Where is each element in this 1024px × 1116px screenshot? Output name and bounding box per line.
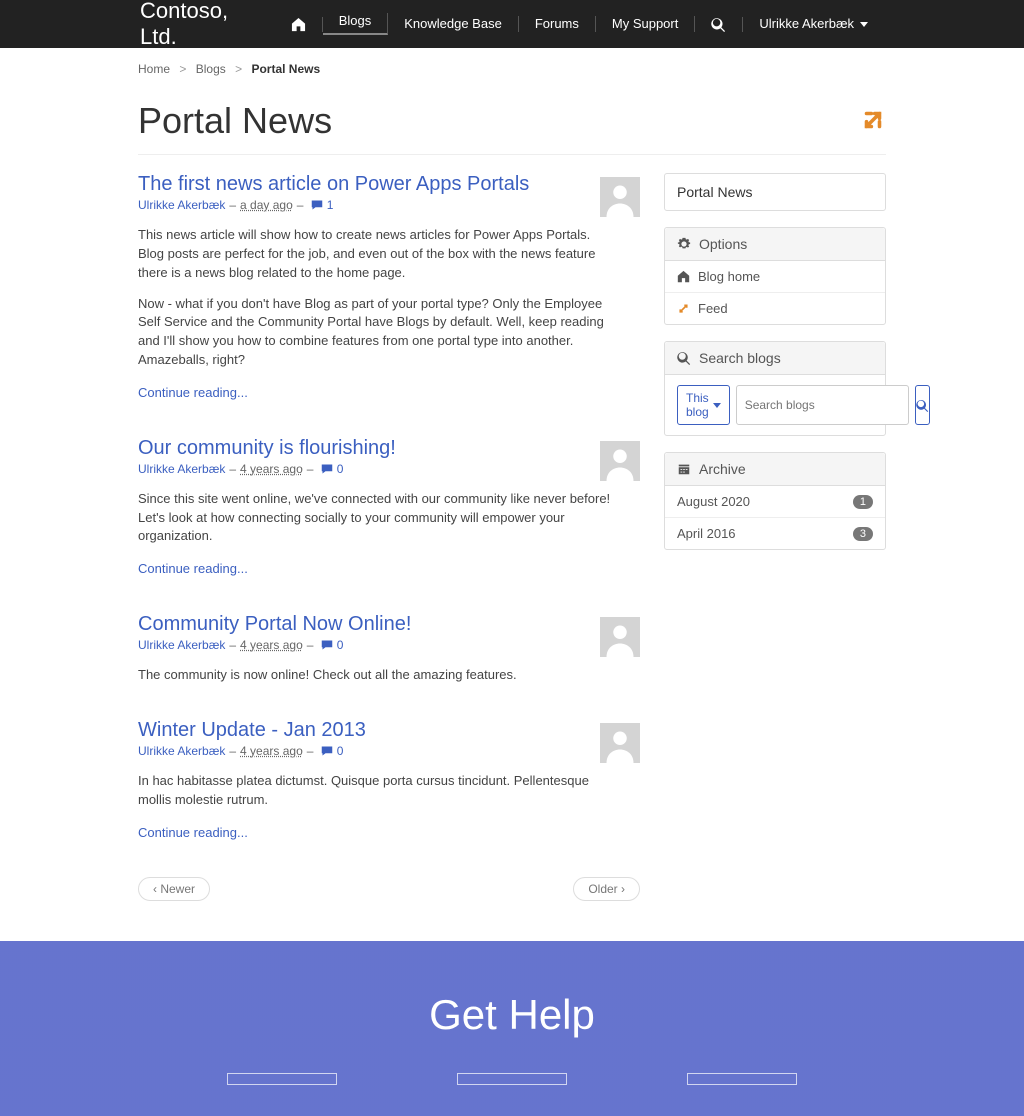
nav-forums[interactable]: Forums — [519, 16, 596, 32]
pager-newer-button[interactable]: ‹ Newer — [138, 877, 210, 901]
nav-home[interactable] — [275, 17, 323, 32]
chevron-down-icon — [713, 403, 721, 408]
search-icon — [711, 17, 726, 32]
calendar-icon — [677, 462, 691, 476]
archive-count-badge: 1 — [853, 495, 873, 509]
post-excerpt: This news article will show how to creat… — [138, 226, 618, 245]
breadcrumb-blogs[interactable]: Blogs — [196, 62, 226, 76]
home-icon — [677, 270, 690, 283]
blog-post: Our community is flourishing! Ulrikke Ak… — [138, 437, 640, 579]
nav-knowledge-base[interactable]: Knowledge Base — [388, 16, 519, 32]
post-author-link[interactable]: Ulrikke Akerbæk — [138, 462, 225, 476]
user-name: Ulrikke Akerbæk — [759, 16, 854, 31]
page-title: Portal News — [138, 100, 860, 142]
post-comments-link[interactable]: 0 — [321, 744, 343, 758]
post-author-link[interactable]: Ulrikke Akerbæk — [138, 744, 225, 758]
archive-item[interactable]: August 20201 — [665, 486, 885, 517]
post-excerpt: Since this site went online, we've conne… — [138, 490, 618, 547]
archive-panel: Archive August 20201 April 20163 — [664, 452, 886, 550]
post-title-link[interactable]: The first news article on Power Apps Por… — [138, 173, 640, 196]
post-time: a day ago — [240, 198, 293, 212]
post-title-link[interactable]: Our community is flourishing! — [138, 437, 640, 460]
search-icon — [916, 399, 929, 412]
comment-icon — [321, 462, 333, 476]
author-avatar — [600, 617, 640, 657]
archive-count-badge: 3 — [853, 527, 873, 541]
nav-blogs[interactable]: Blogs — [323, 13, 389, 35]
post-time: 4 years ago — [240, 462, 303, 476]
comment-icon — [311, 198, 323, 212]
pager-older-button[interactable]: Older › — [573, 877, 640, 901]
post-title-link[interactable]: Community Portal Now Online! — [138, 613, 640, 636]
archive-header: Archive — [699, 461, 746, 477]
search-input[interactable] — [736, 385, 909, 425]
breadcrumb-current: Portal News — [251, 62, 320, 76]
sidebar-blog-title: Portal News — [664, 173, 886, 211]
comment-icon — [321, 638, 333, 652]
post-author-link[interactable]: Ulrikke Akerbæk — [138, 198, 225, 212]
brand-title[interactable]: Contoso, Ltd. — [140, 0, 235, 50]
search-panel: Search blogs This blog — [664, 341, 886, 436]
option-blog-home[interactable]: Blog home — [665, 261, 885, 292]
get-help-title: Get Help — [429, 991, 595, 1039]
nav-my-support[interactable]: My Support — [596, 16, 695, 32]
continue-reading-link[interactable]: Continue reading... — [138, 384, 248, 403]
author-avatar — [600, 723, 640, 763]
post-time: 4 years ago — [240, 638, 303, 652]
nav-user-menu[interactable]: Ulrikke Akerbæk — [743, 16, 884, 32]
continue-reading-link[interactable]: Continue reading... — [138, 824, 248, 843]
post-author-link[interactable]: Ulrikke Akerbæk — [138, 638, 225, 652]
help-option-box[interactable] — [687, 1073, 797, 1085]
get-help-section: Get Help — [0, 941, 1024, 1116]
search-submit-button[interactable] — [915, 385, 930, 425]
author-avatar — [600, 177, 640, 217]
post-title-link[interactable]: Winter Update - Jan 2013 — [138, 719, 640, 742]
blog-post: The first news article on Power Apps Por… — [138, 173, 640, 403]
breadcrumb-home[interactable]: Home — [138, 62, 170, 76]
author-avatar — [600, 441, 640, 481]
help-option-box[interactable] — [227, 1073, 337, 1085]
continue-reading-link[interactable]: Continue reading... — [138, 560, 248, 579]
breadcrumb: Home > Blogs > Portal News — [138, 62, 886, 76]
feed-link-icon[interactable] — [860, 107, 886, 136]
help-option-box[interactable] — [457, 1073, 567, 1085]
options-header: Options — [699, 236, 747, 252]
post-comments-link[interactable]: 1 — [311, 198, 333, 212]
post-excerpt: Blog posts are perfect for the job, and … — [138, 245, 618, 283]
archive-item[interactable]: April 20163 — [665, 517, 885, 549]
link-icon — [677, 302, 690, 315]
chevron-down-icon — [860, 22, 868, 27]
post-comments-link[interactable]: 0 — [321, 462, 343, 476]
gear-icon — [677, 237, 691, 251]
search-header: Search blogs — [699, 350, 781, 366]
nav-search[interactable] — [695, 17, 743, 32]
post-excerpt: The community is now online! Check out a… — [138, 666, 618, 685]
search-icon — [677, 351, 691, 365]
post-excerpt: In hac habitasse platea dictumst. Quisqu… — [138, 772, 618, 810]
home-icon — [291, 17, 306, 32]
search-scope-dropdown[interactable]: This blog — [677, 385, 730, 425]
post-time: 4 years ago — [240, 744, 303, 758]
blog-post: Community Portal Now Online! Ulrikke Ake… — [138, 613, 640, 685]
option-feed[interactable]: Feed — [665, 292, 885, 324]
blog-post: Winter Update - Jan 2013 Ulrikke Akerbæk… — [138, 719, 640, 843]
top-navigation-bar: Contoso, Ltd. Blogs Knowledge Base Forum… — [0, 0, 1024, 48]
comment-icon — [321, 744, 333, 758]
options-panel: Options Blog home Feed — [664, 227, 886, 325]
post-comments-link[interactable]: 0 — [321, 638, 343, 652]
post-excerpt: Now - what if you don't have Blog as par… — [138, 295, 618, 370]
